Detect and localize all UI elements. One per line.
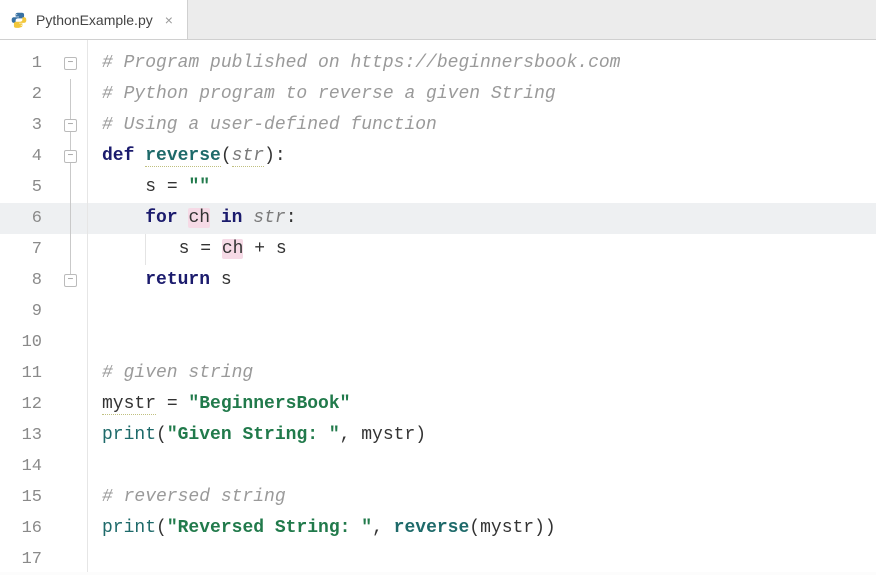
line-number[interactable]: 6: [0, 203, 56, 234]
line-number-gutter: 1 2 3 4 5 6 7 8 9 10 11 12 13 14 15 16 1…: [0, 40, 56, 572]
code-line[interactable]: # reversed string: [88, 482, 876, 513]
code-line[interactable]: # Program published on https://beginners…: [88, 48, 876, 79]
line-number[interactable]: 9: [0, 296, 56, 327]
fold-toggle-icon[interactable]: −: [64, 57, 77, 70]
code-line[interactable]: mystr = "BeginnersBook": [88, 389, 876, 420]
line-number[interactable]: 17: [0, 544, 56, 575]
code-editor[interactable]: 1 2 3 4 5 6 7 8 9 10 11 12 13 14 15 16 1…: [0, 40, 876, 572]
code-line[interactable]: [88, 451, 876, 482]
fold-toggle-icon[interactable]: −: [64, 150, 77, 163]
line-number[interactable]: 12: [0, 389, 56, 420]
code-line[interactable]: print("Reversed String: ", reverse(mystr…: [88, 513, 876, 544]
code-line[interactable]: # given string: [88, 358, 876, 389]
code-line[interactable]: for ch in str:: [88, 203, 876, 234]
line-number[interactable]: 7: [0, 234, 56, 265]
code-line[interactable]: # Python program to reverse a given Stri…: [88, 79, 876, 110]
fold-toggle-icon[interactable]: −: [64, 119, 77, 132]
line-number[interactable]: 16: [0, 513, 56, 544]
python-file-icon: [10, 11, 28, 29]
code-line[interactable]: [88, 327, 876, 358]
code-line[interactable]: s = "": [88, 172, 876, 203]
line-number[interactable]: 4: [0, 141, 56, 172]
line-number[interactable]: 3: [0, 110, 56, 141]
line-number[interactable]: 15: [0, 482, 56, 513]
close-tab-button[interactable]: ×: [161, 12, 173, 28]
code-area[interactable]: # Program published on https://beginners…: [88, 40, 876, 572]
line-number[interactable]: 11: [0, 358, 56, 389]
line-number[interactable]: 5: [0, 172, 56, 203]
code-line[interactable]: print("Given String: ", mystr): [88, 420, 876, 451]
code-line[interactable]: # Using a user-defined function: [88, 110, 876, 141]
line-number[interactable]: 1: [0, 48, 56, 79]
code-line[interactable]: return s: [88, 265, 876, 296]
file-tab[interactable]: PythonExample.py ×: [0, 0, 188, 39]
line-number[interactable]: 13: [0, 420, 56, 451]
line-number[interactable]: 2: [0, 79, 56, 110]
code-line[interactable]: [88, 296, 876, 327]
fold-toggle-icon[interactable]: −: [64, 274, 77, 287]
tab-filename: PythonExample.py: [36, 12, 153, 28]
line-number[interactable]: 8: [0, 265, 56, 296]
code-line[interactable]: s = ch + s: [88, 234, 876, 265]
line-number[interactable]: 14: [0, 451, 56, 482]
tab-bar: PythonExample.py ×: [0, 0, 876, 40]
code-line[interactable]: [88, 544, 876, 575]
fold-gutter: − − − −: [56, 40, 88, 572]
code-line[interactable]: def reverse(str):: [88, 141, 876, 172]
line-number[interactable]: 10: [0, 327, 56, 358]
